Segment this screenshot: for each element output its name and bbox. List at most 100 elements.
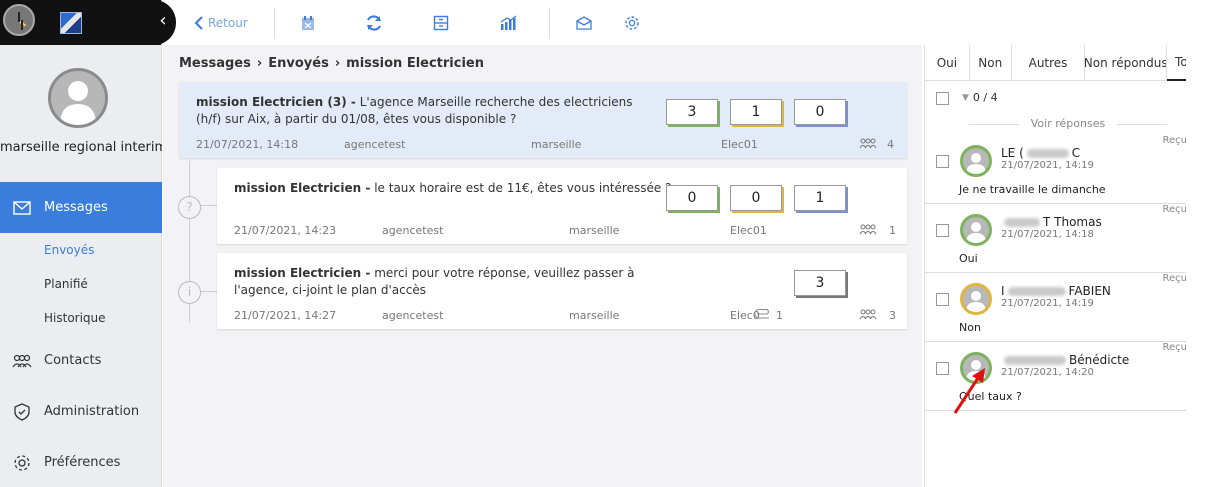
toolbar-divider [548, 7, 550, 38]
calendar-button[interactable] [301, 15, 315, 31]
avatar [960, 145, 992, 177]
message-body: le taux horaire est de 11€, êtes vous in… [370, 181, 672, 195]
response-checkbox[interactable] [936, 293, 949, 306]
message-card[interactable]: mission Electricien (3) - L'agence Marse… [179, 82, 907, 158]
collapse-sidebar-button[interactable]: ‹ [150, 0, 176, 45]
message-card[interactable]: mission Electricien - merci pour votre r… [217, 253, 907, 329]
response-date: 21/07/2021, 14:19 [1001, 160, 1094, 171]
responses-panel: Oui Non Autres Non répondus To ▼ 0 / 4 V… [924, 45, 1186, 487]
back-label: Retour [208, 15, 248, 30]
user-avatar [48, 68, 108, 128]
avatar [960, 214, 992, 246]
message-agency: agencetest [382, 224, 444, 237]
yes-count-box[interactable]: 0 [666, 185, 718, 211]
other-count-box[interactable]: 1 [794, 185, 846, 211]
sidebar-header [0, 0, 161, 45]
message-city: marseille [569, 224, 620, 237]
message-date: 21/07/2021, 14:23 [234, 224, 337, 237]
message-subject: mission Electricien - [234, 266, 371, 280]
response-status: Reçu [1162, 342, 1187, 353]
sidebar-item-preferences[interactable]: Préférences [0, 437, 162, 487]
recipients-count: 1 [889, 224, 896, 237]
sidebar: ‹ marseille regional interim Messages En… [0, 0, 176, 487]
message-card[interactable]: mission Electricien - le taux horaire es… [217, 168, 907, 244]
response-text: Je ne travaille le dimanche [959, 183, 1106, 196]
redacted-name-blur [1004, 356, 1066, 365]
sidebar-item-label: Administration [44, 404, 140, 419]
recipients-icon [859, 138, 877, 152]
chevron-right-icon: › [256, 56, 263, 71]
back-button[interactable]: Retour [194, 15, 248, 31]
breadcrumb: Messages › Envoyés › mission Electricien [179, 56, 484, 71]
sidebar-item-planifie[interactable]: Planifié [0, 267, 162, 301]
toolbar-divider [273, 7, 275, 38]
clock-logo-icon[interactable] [3, 4, 35, 36]
response-filter-tabs: Oui Non Autres Non répondus To [925, 45, 1186, 81]
sidebar-item-historique[interactable]: Historique [0, 301, 162, 335]
contacts-icon [12, 351, 32, 371]
sidebar-item-administration[interactable]: Administration [0, 386, 162, 437]
yes-count-box[interactable]: 3 [666, 99, 718, 125]
response-name: T Thomas [1001, 215, 1102, 229]
message-code: Elec01 [721, 138, 758, 151]
message-agency: agencetest [344, 138, 406, 151]
message-title: mission Electricien - le taux horaire es… [234, 180, 684, 197]
breadcrumb-item[interactable]: Envoyés [268, 56, 329, 71]
archive-button[interactable] [433, 15, 449, 31]
tab-autres[interactable]: Autres [1012, 45, 1086, 81]
message-subject: mission Electricien (3) - [196, 95, 356, 109]
other-count-box[interactable]: 0 [794, 99, 846, 125]
response-date: 21/07/2021, 14:19 [1001, 298, 1094, 309]
response-item[interactable]: T Thomas 21/07/2021, 14:18 Oui Reçu [925, 204, 1186, 273]
recipients-count: 3 [889, 309, 896, 322]
response-status: Reçu [1162, 135, 1187, 146]
response-status: Reçu [1162, 273, 1187, 284]
breadcrumb-item[interactable]: Messages [179, 56, 251, 71]
message-code: Elec01 [730, 224, 767, 237]
response-item[interactable]: I FABIEN 21/07/2021, 14:19 Non Reçu [925, 273, 1186, 342]
response-item[interactable]: LE (C 21/07/2021, 14:19 Je ne travaille … [925, 135, 1186, 204]
tab-non[interactable]: Non [970, 45, 1012, 81]
redacted-name-blur [1007, 287, 1066, 296]
redacted-name-blur [1004, 218, 1040, 227]
response-date: 21/07/2021, 14:18 [1001, 229, 1094, 240]
no-count-box[interactable]: 1 [730, 99, 782, 125]
tab-oui[interactable]: Oui [925, 45, 970, 81]
message-title: mission Electricien (3) - L'agence Marse… [196, 94, 646, 128]
red-arrow-annotation [953, 368, 985, 414]
chevron-left-icon [194, 15, 203, 30]
selection-counter: ▼ 0 / 4 [962, 91, 998, 104]
chevron-right-icon: › [334, 56, 341, 71]
reply-count-box[interactable]: 3 [794, 270, 846, 296]
sidebar-item-contacts[interactable]: Contacts [0, 335, 162, 386]
user-name: marseille regional interim [0, 140, 162, 155]
response-checkbox[interactable] [936, 224, 949, 237]
sidebar-item-label: Préférences [44, 455, 121, 470]
response-checkbox[interactable] [936, 362, 949, 375]
select-all-checkbox[interactable] [936, 92, 949, 105]
caret-down-icon[interactable]: ▼ [962, 93, 969, 103]
message-city: marseille [569, 309, 620, 322]
gear-icon [12, 453, 32, 473]
sidebar-nav: Messages Envoyés Planifié Historique Con… [0, 182, 162, 487]
tab-tous[interactable]: To [1167, 45, 1186, 81]
mail-button[interactable] [576, 15, 592, 30]
sidebar-item-envoyes[interactable]: Envoyés [0, 233, 162, 267]
statistics-button[interactable] [499, 14, 517, 31]
settings-button[interactable] [624, 15, 640, 31]
message-subject: mission Electricien - [234, 181, 371, 195]
avatar [960, 283, 992, 315]
tab-non-repondus[interactable]: Non répondus [1085, 45, 1168, 81]
show-responses-divider[interactable]: Voir réponses [969, 117, 1167, 130]
sidebar-item-messages[interactable]: Messages [0, 182, 162, 233]
response-status: Reçu [1162, 204, 1187, 215]
archive-icon [433, 15, 448, 30]
no-count-box[interactable]: 0 [730, 185, 782, 211]
response-text: Non [959, 321, 981, 334]
refresh-button[interactable] [365, 14, 383, 32]
recipients-count: 4 [887, 138, 894, 151]
message-date: 21/07/2021, 14:27 [234, 309, 337, 322]
response-checkbox[interactable] [936, 155, 949, 168]
response-date: 21/07/2021, 14:20 [1001, 367, 1094, 378]
toolbar: Retour [176, 0, 1221, 45]
